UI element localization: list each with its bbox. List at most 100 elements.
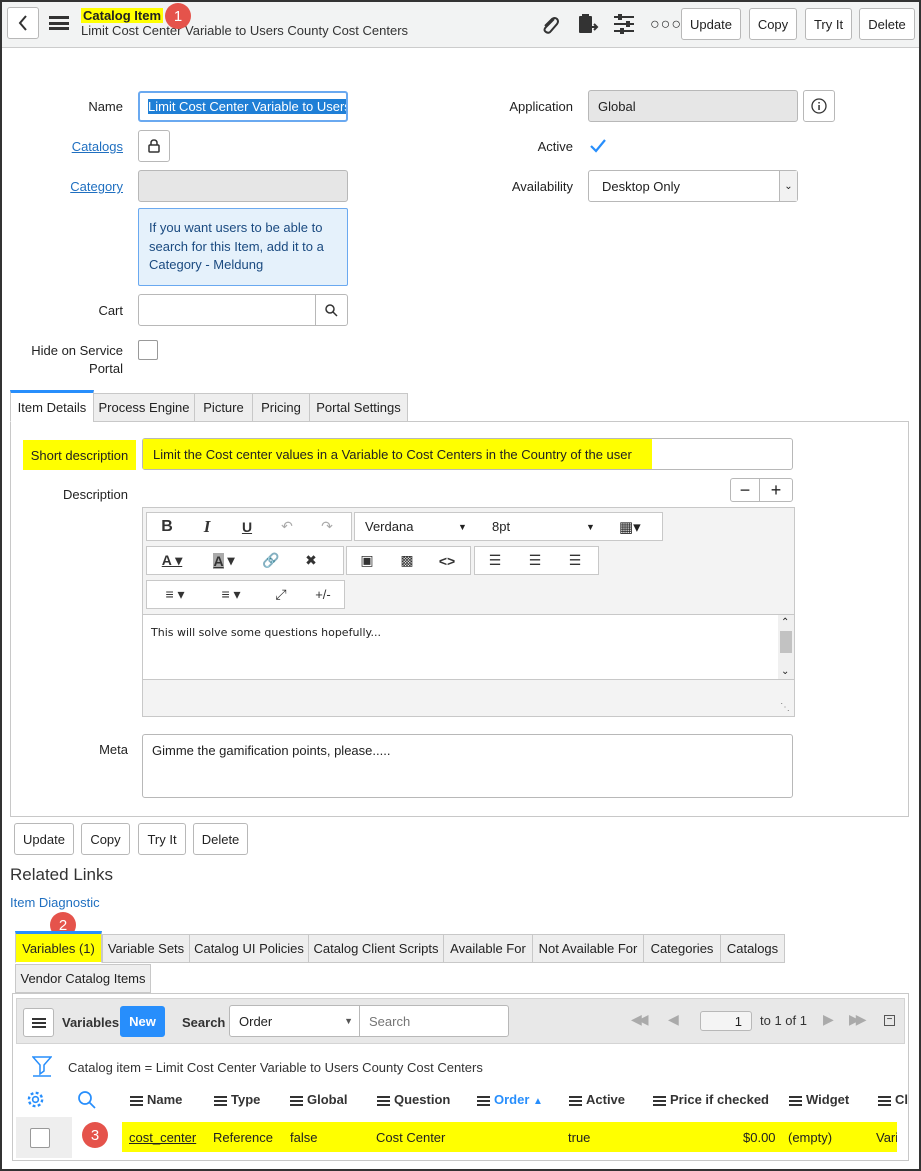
align-right-icon[interactable]: ☰ [555,552,595,569]
header-try-it-button[interactable]: Try It [805,8,852,40]
tab-variables[interactable]: Variables (1) [15,931,102,963]
editor-collapse-button[interactable]: − [730,478,760,502]
availability-select[interactable]: Desktop Only ⌄ [588,170,798,202]
underline-icon[interactable]: U [227,519,267,535]
align-center-icon[interactable]: ☰ [515,552,555,569]
align-left-icon[interactable]: ☰ [475,552,515,569]
tab-vendor-catalog-items[interactable]: Vendor Catalog Items [15,964,151,993]
column-price[interactable]: Price if checked [653,1092,769,1107]
column-name[interactable]: Name [130,1092,182,1107]
back-button[interactable] [7,7,39,39]
column-type[interactable]: Type [214,1092,260,1107]
editor-scrollbar[interactable]: ⌃ ⌄ [778,615,794,679]
tab-available-for[interactable]: Available For [443,934,533,963]
unlink-icon[interactable]: ✖ [291,552,331,569]
previous-page-icon[interactable]: ◀ [668,1011,679,1028]
collapse-list-icon[interactable]: − [884,1015,895,1026]
font-family-select[interactable]: Verdana [365,519,413,534]
editor-expand-button[interactable]: + [759,478,793,502]
settings-sliders-icon[interactable] [613,13,635,35]
background-color-icon[interactable]: A ▾ [197,552,251,569]
last-page-icon[interactable]: ▶▶ [849,1011,866,1028]
tab-item-details[interactable]: Item Details [10,390,94,422]
tab-pricing[interactable]: Pricing [252,393,310,422]
next-page-icon[interactable]: ▶ [823,1011,834,1028]
tab-portal-settings[interactable]: Portal Settings [309,393,408,422]
availability-value: Desktop Only [602,178,681,194]
fullscreen-icon[interactable]: ⤢ [259,586,303,603]
font-size-select[interactable]: 8pt [492,519,510,534]
catalogs-lock-button[interactable] [138,130,170,162]
header-update-button[interactable]: Update [681,8,741,40]
tab-catalogs[interactable]: Catalogs [720,934,785,963]
bullet-list-icon[interactable]: ≡ ▾ [147,586,203,603]
cart-field[interactable] [138,294,316,326]
strikethrough-toggle[interactable]: +/- [303,587,343,602]
gear-icon[interactable] [26,1090,45,1109]
header-delete-button[interactable]: Delete [859,8,915,40]
row-name-link[interactable]: cost_center [129,1130,196,1145]
bottom-delete-button[interactable]: Delete [193,823,248,855]
page-number-input[interactable]: 1 [700,1011,752,1031]
short-description-field[interactable]: Limit the Cost center values in a Variab… [142,438,793,470]
bold-icon[interactable]: B [147,518,187,536]
description-textarea[interactable]: This will solve some questions hopefully… [143,614,794,680]
meta-field[interactable]: Gimme the gamification points, please...… [142,734,793,798]
bottom-try-it-button[interactable]: Try It [138,823,186,855]
undo-icon[interactable]: ↶ [267,518,307,535]
row-question: Cost Center [376,1130,446,1145]
paperclip-icon[interactable] [540,13,560,35]
column-active[interactable]: Active [569,1092,625,1107]
new-button[interactable]: New [120,1006,165,1037]
tab-catalog-client-scripts[interactable]: Catalog Client Scripts [308,934,444,963]
application-info-button[interactable] [803,90,835,122]
cart-search-button[interactable] [315,294,348,326]
column-class[interactable]: Cl [878,1092,908,1107]
bottom-copy-button[interactable]: Copy [81,823,130,855]
image-icon[interactable]: ▣ [347,552,387,569]
table-icon[interactable]: ▦▾ [619,518,641,536]
catalogs-link[interactable]: Catalogs [60,139,123,154]
align-toolbar: ☰ ☰ ☰ [474,546,599,575]
numbered-list-icon[interactable]: ≡ ▾ [203,586,259,603]
link-icon[interactable]: 🔗 [251,552,291,569]
tab-catalog-ui-policies[interactable]: Catalog UI Policies [189,934,309,963]
source-code-icon[interactable]: <> [427,553,467,569]
row-checkbox[interactable] [30,1128,50,1148]
tab-process-engine[interactable]: Process Engine [93,393,195,422]
search-field-select[interactable]: Order ▼ [229,1005,360,1037]
related-links-title: Related Links [10,865,114,884]
first-page-icon[interactable]: ◀◀ [631,1011,648,1028]
hide-service-portal-checkbox[interactable] [138,340,158,360]
resize-handle-icon[interactable]: ⋱ [780,702,790,713]
redo-icon[interactable]: ↷ [307,518,347,535]
active-checkbox[interactable] [588,136,608,156]
caret-down-icon: ▼ [344,1016,353,1026]
tab-not-available-for[interactable]: Not Available For [532,934,644,963]
column-widget[interactable]: Widget [789,1092,849,1107]
column-global[interactable]: Global [290,1092,347,1107]
filter-icon[interactable] [32,1055,52,1077]
italic-icon[interactable]: I [187,517,227,537]
list-menu-button[interactable] [23,1008,54,1037]
bottom-update-button[interactable]: Update [14,823,74,855]
tab-variable-sets[interactable]: Variable Sets [102,934,190,963]
cart-label: Cart [98,303,123,318]
category-link[interactable]: Category [60,179,123,194]
clipboard-icon[interactable] [577,12,599,36]
name-field[interactable]: Limit Cost Center Variable to Users [138,91,348,122]
header-copy-button[interactable]: Copy [749,8,797,40]
filter-breadcrumb[interactable]: Catalog item = Limit Cost Center Variabl… [68,1060,483,1075]
tab-categories[interactable]: Categories [643,934,721,963]
search-icon[interactable] [77,1090,96,1109]
column-order[interactable]: Order ▲ [477,1092,543,1107]
column-question[interactable]: Question [377,1092,450,1107]
more-options-icon[interactable]: ○○○ [650,16,682,34]
text-color-icon[interactable]: A ▾ [147,552,197,569]
context-menu-icon[interactable] [49,16,69,30]
video-icon[interactable]: ▩ [387,552,427,569]
item-diagnostic-link[interactable]: Item Diagnostic [10,895,100,910]
tab-picture[interactable]: Picture [194,393,253,422]
column-menu-icon [653,1095,666,1106]
search-input[interactable] [359,1005,509,1037]
